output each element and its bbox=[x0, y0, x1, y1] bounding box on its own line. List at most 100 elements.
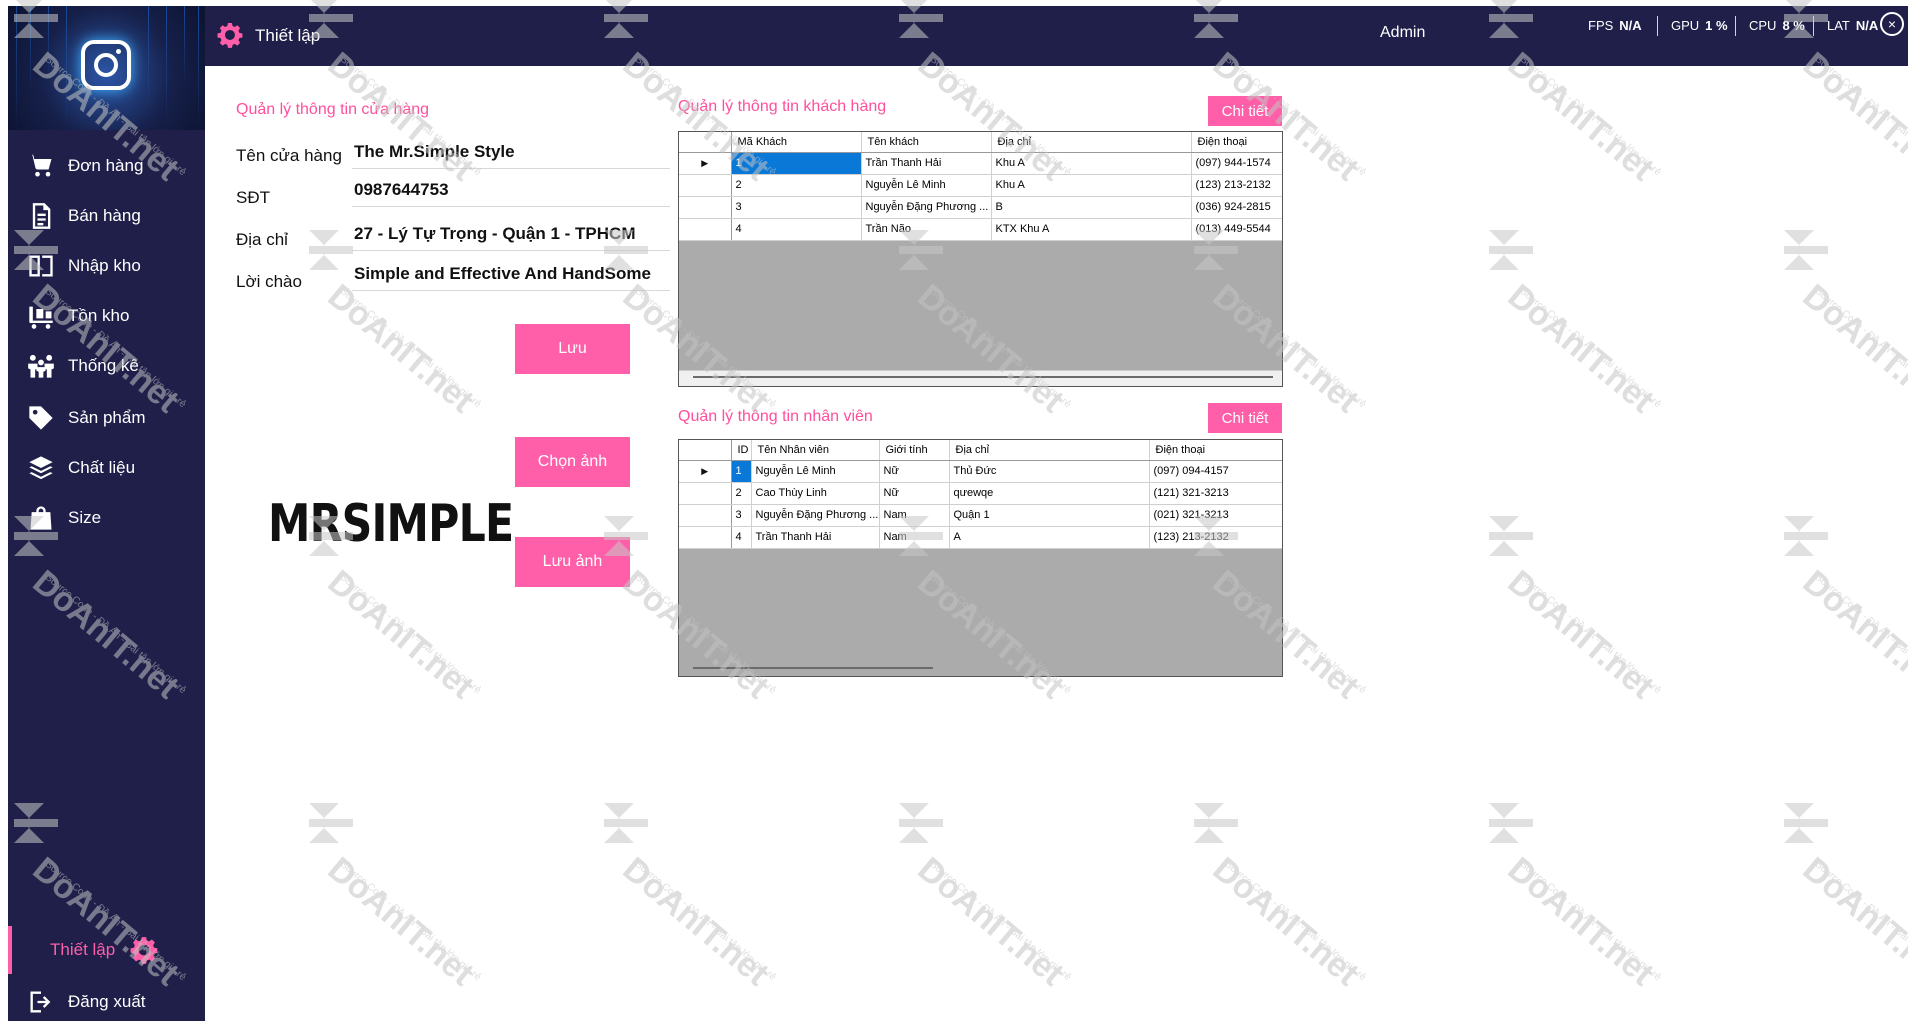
staff-detail-button[interactable]: Chi tiết bbox=[1208, 403, 1282, 433]
horizontal-scrollbar[interactable] bbox=[679, 370, 1282, 386]
watermark-logo-icon bbox=[1784, 230, 1828, 270]
customer-detail-button[interactable]: Chi tiết bbox=[1208, 96, 1282, 126]
save-button[interactable]: Lưu bbox=[515, 324, 630, 374]
column-header[interactable]: Địa chỉ bbox=[949, 440, 1150, 461]
sidebar-item-products[interactable]: Sản phẩm bbox=[8, 394, 205, 442]
people-icon bbox=[26, 351, 56, 381]
watermark: DoAnIT.net Source Code - Đồ Án - Bài tập … bbox=[1780, 795, 1908, 993]
column-header[interactable]: Điện thoại bbox=[1149, 440, 1282, 461]
sidebar-item-label: Nhập kho bbox=[68, 256, 141, 275]
phone-field[interactable]: 0987644753 bbox=[352, 177, 670, 207]
sidebar: Đơn hàng Bán hàng Nhập kho Tồn kho Thống… bbox=[8, 6, 205, 1021]
gpu-stat: GPU 1 % bbox=[1671, 18, 1728, 33]
save-image-button[interactable]: Lưu ảnh bbox=[515, 537, 630, 587]
camera-logo-icon bbox=[81, 40, 131, 90]
gear-icon bbox=[129, 935, 159, 965]
sidebar-item-label: Tồn kho bbox=[68, 306, 130, 325]
watermark-logo-icon bbox=[1489, 516, 1533, 556]
gear-icon bbox=[217, 22, 243, 48]
store-logo-image: MRSIMPLE bbox=[268, 494, 514, 554]
watermark-logo-icon bbox=[1489, 803, 1533, 843]
table-row[interactable]: 2 Nguyễn Lê Minh Khu A (123) 213-2132 bbox=[679, 174, 1282, 197]
sidebar-item-label: Thống kê bbox=[68, 356, 139, 375]
watermark: DoAnIT.net Source Code - Đồ Án - Bài tập … bbox=[1485, 222, 1715, 420]
watermark-logo-icon bbox=[309, 803, 353, 843]
sidebar-item-sales[interactable]: Bán hàng bbox=[8, 192, 205, 240]
grid-header-row: Mã Khách Tên khách Địa chỉ Điện thoại bbox=[679, 132, 1282, 153]
staff-section-title: Quản lý thông tin nhân viên bbox=[678, 408, 873, 425]
column-header[interactable]: Điện thoại bbox=[1191, 132, 1282, 153]
tag-icon bbox=[26, 403, 56, 433]
import-icon bbox=[26, 251, 56, 281]
watermark-logo-icon bbox=[1489, 230, 1533, 270]
logout-button[interactable]: Đăng xuất bbox=[8, 978, 205, 1021]
logout-icon bbox=[26, 987, 56, 1017]
sidebar-item-label: Đơn hàng bbox=[68, 156, 144, 175]
sidebar-item-size[interactable]: Size bbox=[8, 494, 205, 542]
sidebar-item-label: Chất liệu bbox=[68, 458, 136, 477]
column-header[interactable]: Địa chỉ bbox=[991, 132, 1192, 153]
table-row[interactable]: 2 Cao Thùy Linh Nữ qưewqe (121) 321-3213 bbox=[679, 482, 1282, 505]
sidebar-item-label: Sản phẩm bbox=[68, 408, 146, 427]
watermark-logo-icon bbox=[1194, 803, 1238, 843]
document-icon bbox=[26, 201, 56, 231]
cart-icon bbox=[26, 151, 56, 181]
store-section-title: Quản lý thông tin cửa hàng bbox=[236, 101, 430, 118]
sidebar-item-import[interactable]: Nhập kho bbox=[8, 242, 205, 290]
close-button[interactable]: × bbox=[1880, 12, 1904, 36]
greeting-field[interactable]: Simple and Effective And HandSome bbox=[352, 261, 670, 291]
column-header[interactable]: Tên Nhân viên bbox=[751, 440, 880, 461]
table-row[interactable]: 4 Trần Não KTX Khu A (013) 449-5544 bbox=[679, 218, 1282, 241]
watermark: DoAnIT.net Source Code - Đồ Án - Bài tập … bbox=[1485, 508, 1715, 706]
inventory-icon bbox=[26, 301, 56, 331]
app-logo bbox=[8, 6, 205, 130]
grid-header-row: ID Tên Nhân viên Giới tính Địa chỉ Điện … bbox=[679, 440, 1282, 461]
logout-label: Đăng xuất bbox=[68, 992, 146, 1011]
page-title: Thiết lập bbox=[255, 26, 321, 45]
watermark-logo-icon bbox=[1784, 803, 1828, 843]
table-row[interactable]: 3 Nguyễn Đặng Phương ... B (036) 924-281… bbox=[679, 196, 1282, 219]
sidebar-item-statistics[interactable]: Thống kê bbox=[8, 342, 205, 390]
sidebar-item-orders[interactable]: Đơn hàng bbox=[8, 142, 205, 190]
store-name-label: Tên cửa hàng bbox=[236, 146, 342, 165]
watermark: DoAnIT.net Source Code - Đồ Án - Bài tập … bbox=[1190, 795, 1420, 993]
watermark: DoAnIT.net Source Code - Đồ Án - Bài tập … bbox=[1780, 508, 1908, 706]
choose-image-button[interactable]: Chọn ảnh bbox=[515, 437, 630, 487]
greeting-label: Lời chào bbox=[236, 272, 302, 291]
phone-label: SĐT bbox=[236, 188, 270, 207]
scrollbar-thumb[interactable] bbox=[693, 667, 933, 669]
cpu-stat: CPU 8 % bbox=[1749, 18, 1805, 33]
table-row[interactable]: 4 Trần Thanh Hải Nam A (123) 213-2132 bbox=[679, 526, 1282, 549]
staff-grid[interactable]: ID Tên Nhân viên Giới tính Địa chỉ Điện … bbox=[678, 439, 1283, 677]
sidebar-item-inventory[interactable]: Tồn kho bbox=[8, 292, 205, 340]
column-header[interactable]: Giới tính bbox=[879, 440, 950, 461]
column-header[interactable]: Mã Khách bbox=[731, 132, 862, 153]
table-row[interactable]: 3 Nguyễn Đặng Phương ... Nam Quận 1 (021… bbox=[679, 504, 1282, 527]
sidebar-item-label: Bán hàng bbox=[68, 206, 141, 225]
table-row[interactable]: ▶ 1 Trần Thanh Hải Khu A (097) 944-1574 bbox=[679, 152, 1282, 175]
watermark: DoAnIT.net Source Code - Đồ Án - Bài tập … bbox=[1780, 222, 1908, 420]
sidebar-item-label: Size bbox=[68, 508, 102, 527]
address-field[interactable]: 27 - Lý Tự Trọng - Quận 1 - TPHCM bbox=[352, 221, 670, 251]
watermark: DoAnIT.net Source Code - Đồ Án - Bài tập … bbox=[305, 795, 535, 993]
bag-icon bbox=[26, 503, 56, 533]
sidebar-item-label: Thiết lập bbox=[50, 940, 116, 959]
watermark: DoAnIT.net Source Code - Đồ Án - Bài tập … bbox=[895, 795, 1125, 993]
column-header[interactable]: ID bbox=[731, 440, 752, 461]
watermark-logo-icon bbox=[899, 803, 943, 843]
customers-grid[interactable]: Mã Khách Tên khách Địa chỉ Điện thoại ▶ … bbox=[678, 131, 1283, 387]
user-name: Admin bbox=[1380, 24, 1426, 41]
fps-stat: FPS N/A bbox=[1588, 18, 1642, 33]
current-row-arrow-icon: ▶ bbox=[701, 158, 709, 168]
address-label: Địa chỉ bbox=[236, 230, 288, 249]
table-row[interactable]: ▶ 1 Nguyễn Lê Minh Nữ Thủ Đức (097) 094-… bbox=[679, 460, 1282, 483]
watermark: DoAnIT.net Source Code - Đồ Án - Bài tập … bbox=[600, 795, 830, 993]
watermark-logo-icon bbox=[604, 803, 648, 843]
column-header[interactable]: Tên khách bbox=[861, 132, 992, 153]
app-window: Đơn hàng Bán hàng Nhập kho Tồn kho Thống… bbox=[0, 0, 1908, 1021]
sidebar-item-settings[interactable]: Thiết lập bbox=[8, 926, 205, 974]
scrollbar-thumb[interactable] bbox=[693, 376, 1273, 378]
store-name-field[interactable]: The Mr.Simple Style bbox=[352, 139, 670, 169]
layers-icon bbox=[26, 453, 56, 483]
sidebar-item-materials[interactable]: Chất liệu bbox=[8, 444, 205, 492]
